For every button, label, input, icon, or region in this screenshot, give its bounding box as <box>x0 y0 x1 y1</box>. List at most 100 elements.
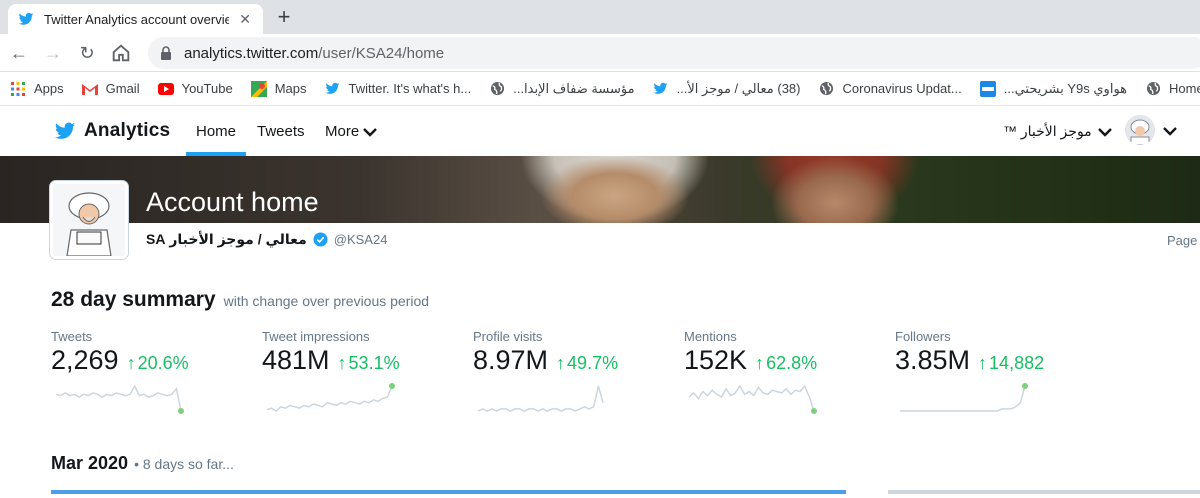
up-arrow-icon: ↑ <box>755 353 765 373</box>
metric-value: 152K <box>684 345 748 375</box>
verified-badge-icon <box>313 232 328 247</box>
bookmark-twitter-ksa24[interactable]: (38) معالي / موجز الأ... <box>653 81 801 97</box>
address-bar[interactable]: analytics.twitter.com/user/KSA24/home <box>148 37 1200 69</box>
sparkline-end-dot <box>389 383 395 389</box>
bookmark-label: مؤسسة ضفاف الإبدا... <box>513 80 635 96</box>
nav-more[interactable]: More <box>325 123 378 140</box>
metric-change: 14,882 <box>989 353 1045 373</box>
close-tab-icon[interactable]: ✕ <box>239 11 251 28</box>
url-path: /user/KSA24/home <box>318 44 445 62</box>
sparkline <box>55 384 184 414</box>
metric-change: 20.6% <box>137 353 189 373</box>
summary-subtitle: with change over previous period <box>223 293 430 309</box>
analytics-logo[interactable]: Analytics <box>52 120 170 142</box>
twitter-bird-icon <box>324 81 340 97</box>
new-tab-button[interactable]: + <box>272 4 296 30</box>
bookmark-label: Coronavirus Updat... <box>842 81 962 96</box>
profile-avatar[interactable] <box>50 181 128 259</box>
banner-photo-part <box>540 156 690 223</box>
metric-change: 49.7% <box>567 353 619 373</box>
browser-toolbar: ← → ↻ analytics.twitter.com/user/KSA24/h… <box>0 34 1200 72</box>
sparkline-path <box>900 385 1026 412</box>
bookmark-gmail[interactable]: Gmail <box>81 81 140 97</box>
bookmark-apps[interactable]: Apps <box>10 81 64 97</box>
metric-value: 2,269 <box>51 345 119 375</box>
tab-title: Twitter Analytics account overvie <box>44 11 229 27</box>
metric-value: 3.85M <box>895 345 971 375</box>
sparkline <box>266 383 395 412</box>
month-progress-bar <box>51 490 846 494</box>
twitter-bird-icon <box>54 122 76 139</box>
brand-label: Analytics <box>84 120 171 141</box>
account-switcher[interactable]: موجز الأخبار ™ <box>1003 123 1112 140</box>
gmail-icon <box>81 81 98 97</box>
globe-icon <box>489 81 505 97</box>
browser-tab-active[interactable]: Twitter Analytics account overvie ✕ <box>8 4 263 34</box>
sparkline-path <box>688 384 815 412</box>
metric-value: 8.97M <box>473 345 549 375</box>
globe-icon <box>1145 81 1161 97</box>
browser-tab-strip: Twitter Analytics account overvie ✕ + <box>0 0 1200 34</box>
metric-label: Profile visits <box>473 329 543 344</box>
twitter-bird-icon <box>18 12 34 25</box>
metric-label: Tweet impressions <box>262 329 370 344</box>
metric-change: 53.1% <box>348 353 400 373</box>
reload-icon[interactable]: ↻ <box>76 42 98 64</box>
bookmark-dhfaf[interactable]: مؤسسة ضفاف الإبدا... <box>489 80 635 97</box>
metric-impressions[interactable]: Tweet impressions 481M ↑ 53.1% <box>262 329 462 412</box>
profile-info: معالي / موجز الأخبار SA @KSA24 <box>146 231 387 248</box>
up-arrow-icon: ↑ <box>337 353 347 373</box>
avatar[interactable] <box>1125 115 1155 145</box>
youtube-icon <box>157 81 174 97</box>
header-banner: Account home <box>0 156 1200 223</box>
nav-tweets[interactable]: Tweets <box>257 123 305 140</box>
twitter-bird-icon <box>653 81 669 97</box>
sparkline <box>688 384 817 414</box>
store-icon <box>979 80 996 97</box>
bookmark-label: Home - <box>1169 81 1200 96</box>
sparkline-end-dot <box>811 408 817 414</box>
up-arrow-icon: ↑ <box>978 353 988 373</box>
sparkline-end-dot <box>1022 383 1028 389</box>
user-handle[interactable]: @KSA24 <box>334 232 388 247</box>
bookmark-youtube[interactable]: YouTube <box>157 81 233 97</box>
bookmark-label: (38) معالي / موجز الأ... <box>676 80 801 96</box>
bookmark-maps[interactable]: Maps <box>250 80 307 97</box>
page-link[interactable]: Page <box>1167 233 1197 248</box>
bookmark-huawei[interactable]: هواوي Y9s بشريحتي... <box>979 80 1127 97</box>
metric-profile-visits[interactable]: Profile visits 8.97M ↑ 49.7% <box>473 329 673 412</box>
home-icon[interactable] <box>110 42 132 64</box>
apps-grid-icon <box>10 81 26 97</box>
metric-value: 481M <box>262 345 330 375</box>
globe-icon <box>819 81 835 97</box>
analytics-nav: Analytics Home Tweets More موجز الأخبار … <box>0 106 1200 156</box>
url-domain: analytics.twitter.com <box>184 44 319 62</box>
chevron-down-icon <box>363 127 378 137</box>
summary-title: 28 day summary <box>51 288 216 311</box>
lock-icon <box>161 46 171 60</box>
bookmark-label: Gmail <box>105 81 140 96</box>
sparkline <box>477 385 604 412</box>
metric-mentions[interactable]: Mentions 152K ↑ 62.8% <box>684 329 884 414</box>
maps-icon <box>250 80 267 97</box>
metric-followers[interactable]: Followers 3.85M ↑ 14,882 <box>895 329 1095 412</box>
bookmark-label: Maps <box>274 81 307 96</box>
page-title: Account home <box>146 187 319 217</box>
nav-home[interactable]: Home <box>196 123 236 140</box>
metric-label: Mentions <box>684 329 737 344</box>
metric-tweets[interactable]: Tweets 2,269 ↑ 20.6% <box>51 329 251 414</box>
bookmark-label: Twitter. It's what's h... <box>348 81 472 96</box>
sparkline <box>900 383 1028 412</box>
back-arrow-icon[interactable]: ← <box>8 42 30 64</box>
forward-arrow-icon[interactable]: → <box>42 42 64 64</box>
sparkline-path <box>266 385 393 412</box>
bookmark-coronavirus[interactable]: Coronavirus Updat... <box>819 81 962 97</box>
bookmark-label: YouTube <box>181 81 233 96</box>
month-title: Mar 2020 <box>51 453 129 473</box>
sparkline-path <box>55 384 182 412</box>
display-name: معالي / موجز الأخبار SA <box>146 231 307 247</box>
metric-change: 62.8% <box>766 353 818 373</box>
bookmark-home[interactable]: Home - <box>1145 81 1200 97</box>
bookmark-twitter[interactable]: Twitter. It's what's h... <box>324 81 471 97</box>
chevron-down-icon[interactable] <box>1163 126 1177 136</box>
